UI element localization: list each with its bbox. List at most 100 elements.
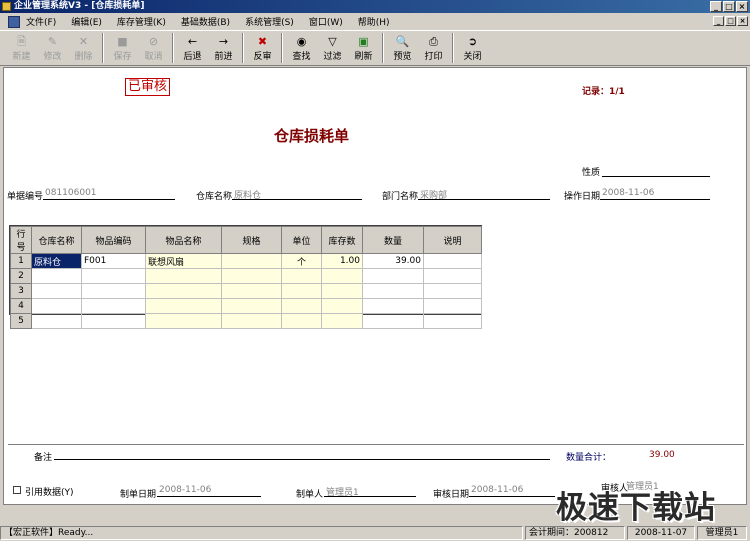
close-button[interactable]: ×	[736, 1, 748, 12]
table-cell[interactable]	[362, 268, 424, 284]
table-row[interactable]: 3	[10, 283, 482, 299]
col-header-item-code[interactable]: 物品编码	[81, 226, 146, 254]
table-cell[interactable]	[145, 298, 222, 314]
table-cell[interactable]	[31, 313, 82, 329]
col-header-quantity[interactable]: 数量	[362, 226, 424, 254]
table-row[interactable]: 2	[10, 268, 482, 284]
table-cell[interactable]	[81, 268, 146, 284]
col-header-stock[interactable]: 库存数	[321, 226, 363, 254]
table-cell[interactable]	[221, 298, 282, 314]
col-header-warehouse[interactable]: 仓库名称	[31, 226, 82, 254]
cancel-button[interactable]: ⊘ 取消	[138, 31, 169, 65]
refresh-button[interactable]: ▣ 刷新	[348, 31, 379, 65]
filter-button[interactable]: ▽ 过滤	[317, 31, 348, 65]
close-doc-button[interactable]: ➲ 关闭	[457, 31, 488, 65]
detail-grid[interactable]: 行号 仓库名称 物品编码 物品名称 规格 单位 库存数 数量 说明 1 原料仓 …	[10, 226, 482, 329]
table-cell[interactable]	[281, 298, 322, 314]
table-cell[interactable]	[81, 283, 146, 299]
table-row[interactable]: 1 原料仓 F001 联想风扇 个 1.00 39.00	[10, 253, 482, 269]
table-cell[interactable]	[423, 283, 482, 299]
menu-file[interactable]: 文件(F)	[26, 15, 56, 28]
table-cell[interactable]: 个	[281, 253, 322, 269]
audit-date-field[interactable]: 2008-11-06	[469, 485, 555, 497]
table-cell[interactable]	[321, 283, 363, 299]
find-button[interactable]: ◉ 查找	[286, 31, 317, 65]
mdi-close-button[interactable]: ×	[737, 16, 748, 26]
print-button[interactable]: ⎙ 打印	[418, 31, 449, 65]
table-cell[interactable]	[362, 283, 424, 299]
new-button[interactable]: 🗎 新建	[6, 31, 37, 65]
table-cell[interactable]: F001	[81, 253, 146, 269]
table-cell[interactable]: 原料仓	[31, 253, 82, 269]
maker-field[interactable]: 管理员1	[324, 485, 416, 498]
table-cell[interactable]	[145, 268, 222, 284]
table-cell[interactable]	[31, 283, 82, 299]
table-cell[interactable]	[81, 313, 146, 329]
col-header-spec[interactable]: 规格	[221, 226, 282, 254]
col-header-remark[interactable]: 说明	[423, 226, 482, 254]
table-cell[interactable]	[81, 298, 146, 314]
save-button[interactable]: ■ 保存	[107, 31, 138, 65]
table-cell[interactable]	[362, 313, 424, 329]
table-cell[interactable]	[281, 313, 322, 329]
cite-data-label[interactable]: 引用数据(Y)	[25, 485, 74, 498]
table-cell[interactable]	[423, 298, 482, 314]
app-icon	[2, 2, 11, 11]
table-cell[interactable]	[423, 253, 482, 269]
delete-button[interactable]: ✕ 删除	[68, 31, 99, 65]
menu-help[interactable]: 帮助(H)	[358, 15, 390, 28]
forward-label: 前进	[214, 51, 233, 62]
mdi-restore-button[interactable]: □	[725, 16, 736, 26]
cancel-icon: ⊘	[148, 34, 159, 48]
table-cell[interactable]	[221, 313, 282, 329]
status-app: 【宏正软件】Ready...	[0, 526, 523, 540]
unaudit-button[interactable]: ✖ 反审	[247, 31, 278, 65]
table-cell[interactable]	[221, 253, 282, 269]
nature-field[interactable]	[602, 165, 710, 177]
made-date-field[interactable]: 2008-11-06	[157, 485, 261, 497]
table-cell[interactable]: 1.00	[321, 253, 363, 269]
table-cell[interactable]	[281, 283, 322, 299]
col-header-row-no[interactable]: 行号	[10, 226, 32, 254]
mdi-minimize-button[interactable]: _	[713, 16, 724, 26]
forward-button[interactable]: → 前进	[208, 31, 239, 65]
table-cell[interactable]	[221, 268, 282, 284]
bill-no-field[interactable]: 081106001	[43, 188, 175, 200]
table-cell[interactable]	[221, 283, 282, 299]
back-button[interactable]: ← 后退	[177, 31, 208, 65]
col-header-unit[interactable]: 单位	[281, 226, 322, 254]
menu-window[interactable]: 窗口(W)	[309, 15, 343, 28]
mdi-document-icon[interactable]	[8, 15, 20, 28]
table-row[interactable]: 5	[10, 313, 482, 329]
menu-edit[interactable]: 编辑(E)	[71, 15, 102, 28]
minimize-button[interactable]: _	[710, 1, 722, 12]
table-cell[interactable]: 39.00	[362, 253, 424, 269]
table-cell[interactable]	[423, 268, 482, 284]
edit-button[interactable]: ✎ 修改	[37, 31, 68, 65]
remark-field[interactable]	[54, 448, 550, 460]
menu-inventory[interactable]: 库存管理(K)	[117, 15, 166, 28]
op-date-field[interactable]: 2008-11-06	[600, 188, 710, 200]
table-cell[interactable]	[31, 268, 82, 284]
warehouse-field[interactable]: 原料仓	[232, 188, 362, 201]
table-cell[interactable]	[321, 298, 363, 314]
table-cell[interactable]	[423, 313, 482, 329]
toolbar-separator	[281, 33, 283, 63]
menu-basic-data[interactable]: 基础数据(B)	[181, 15, 230, 28]
table-cell[interactable]	[281, 268, 322, 284]
col-header-item-name[interactable]: 物品名称	[145, 226, 222, 254]
row-number: 4	[10, 298, 32, 314]
table-cell[interactable]	[362, 298, 424, 314]
table-cell[interactable]	[321, 313, 363, 329]
dept-field[interactable]: 采购部	[418, 188, 550, 201]
table-cell[interactable]	[145, 283, 222, 299]
preview-button[interactable]: 🔍 预览	[387, 31, 418, 65]
maximize-button[interactable]: □	[723, 1, 735, 12]
table-cell[interactable]	[321, 268, 363, 284]
table-cell[interactable]	[31, 298, 82, 314]
table-cell[interactable]	[145, 313, 222, 329]
cite-data-checkbox[interactable]	[13, 486, 21, 494]
table-cell[interactable]: 联想风扇	[145, 253, 222, 269]
menu-system[interactable]: 系统管理(S)	[245, 15, 294, 28]
table-row[interactable]: 4	[10, 298, 482, 314]
